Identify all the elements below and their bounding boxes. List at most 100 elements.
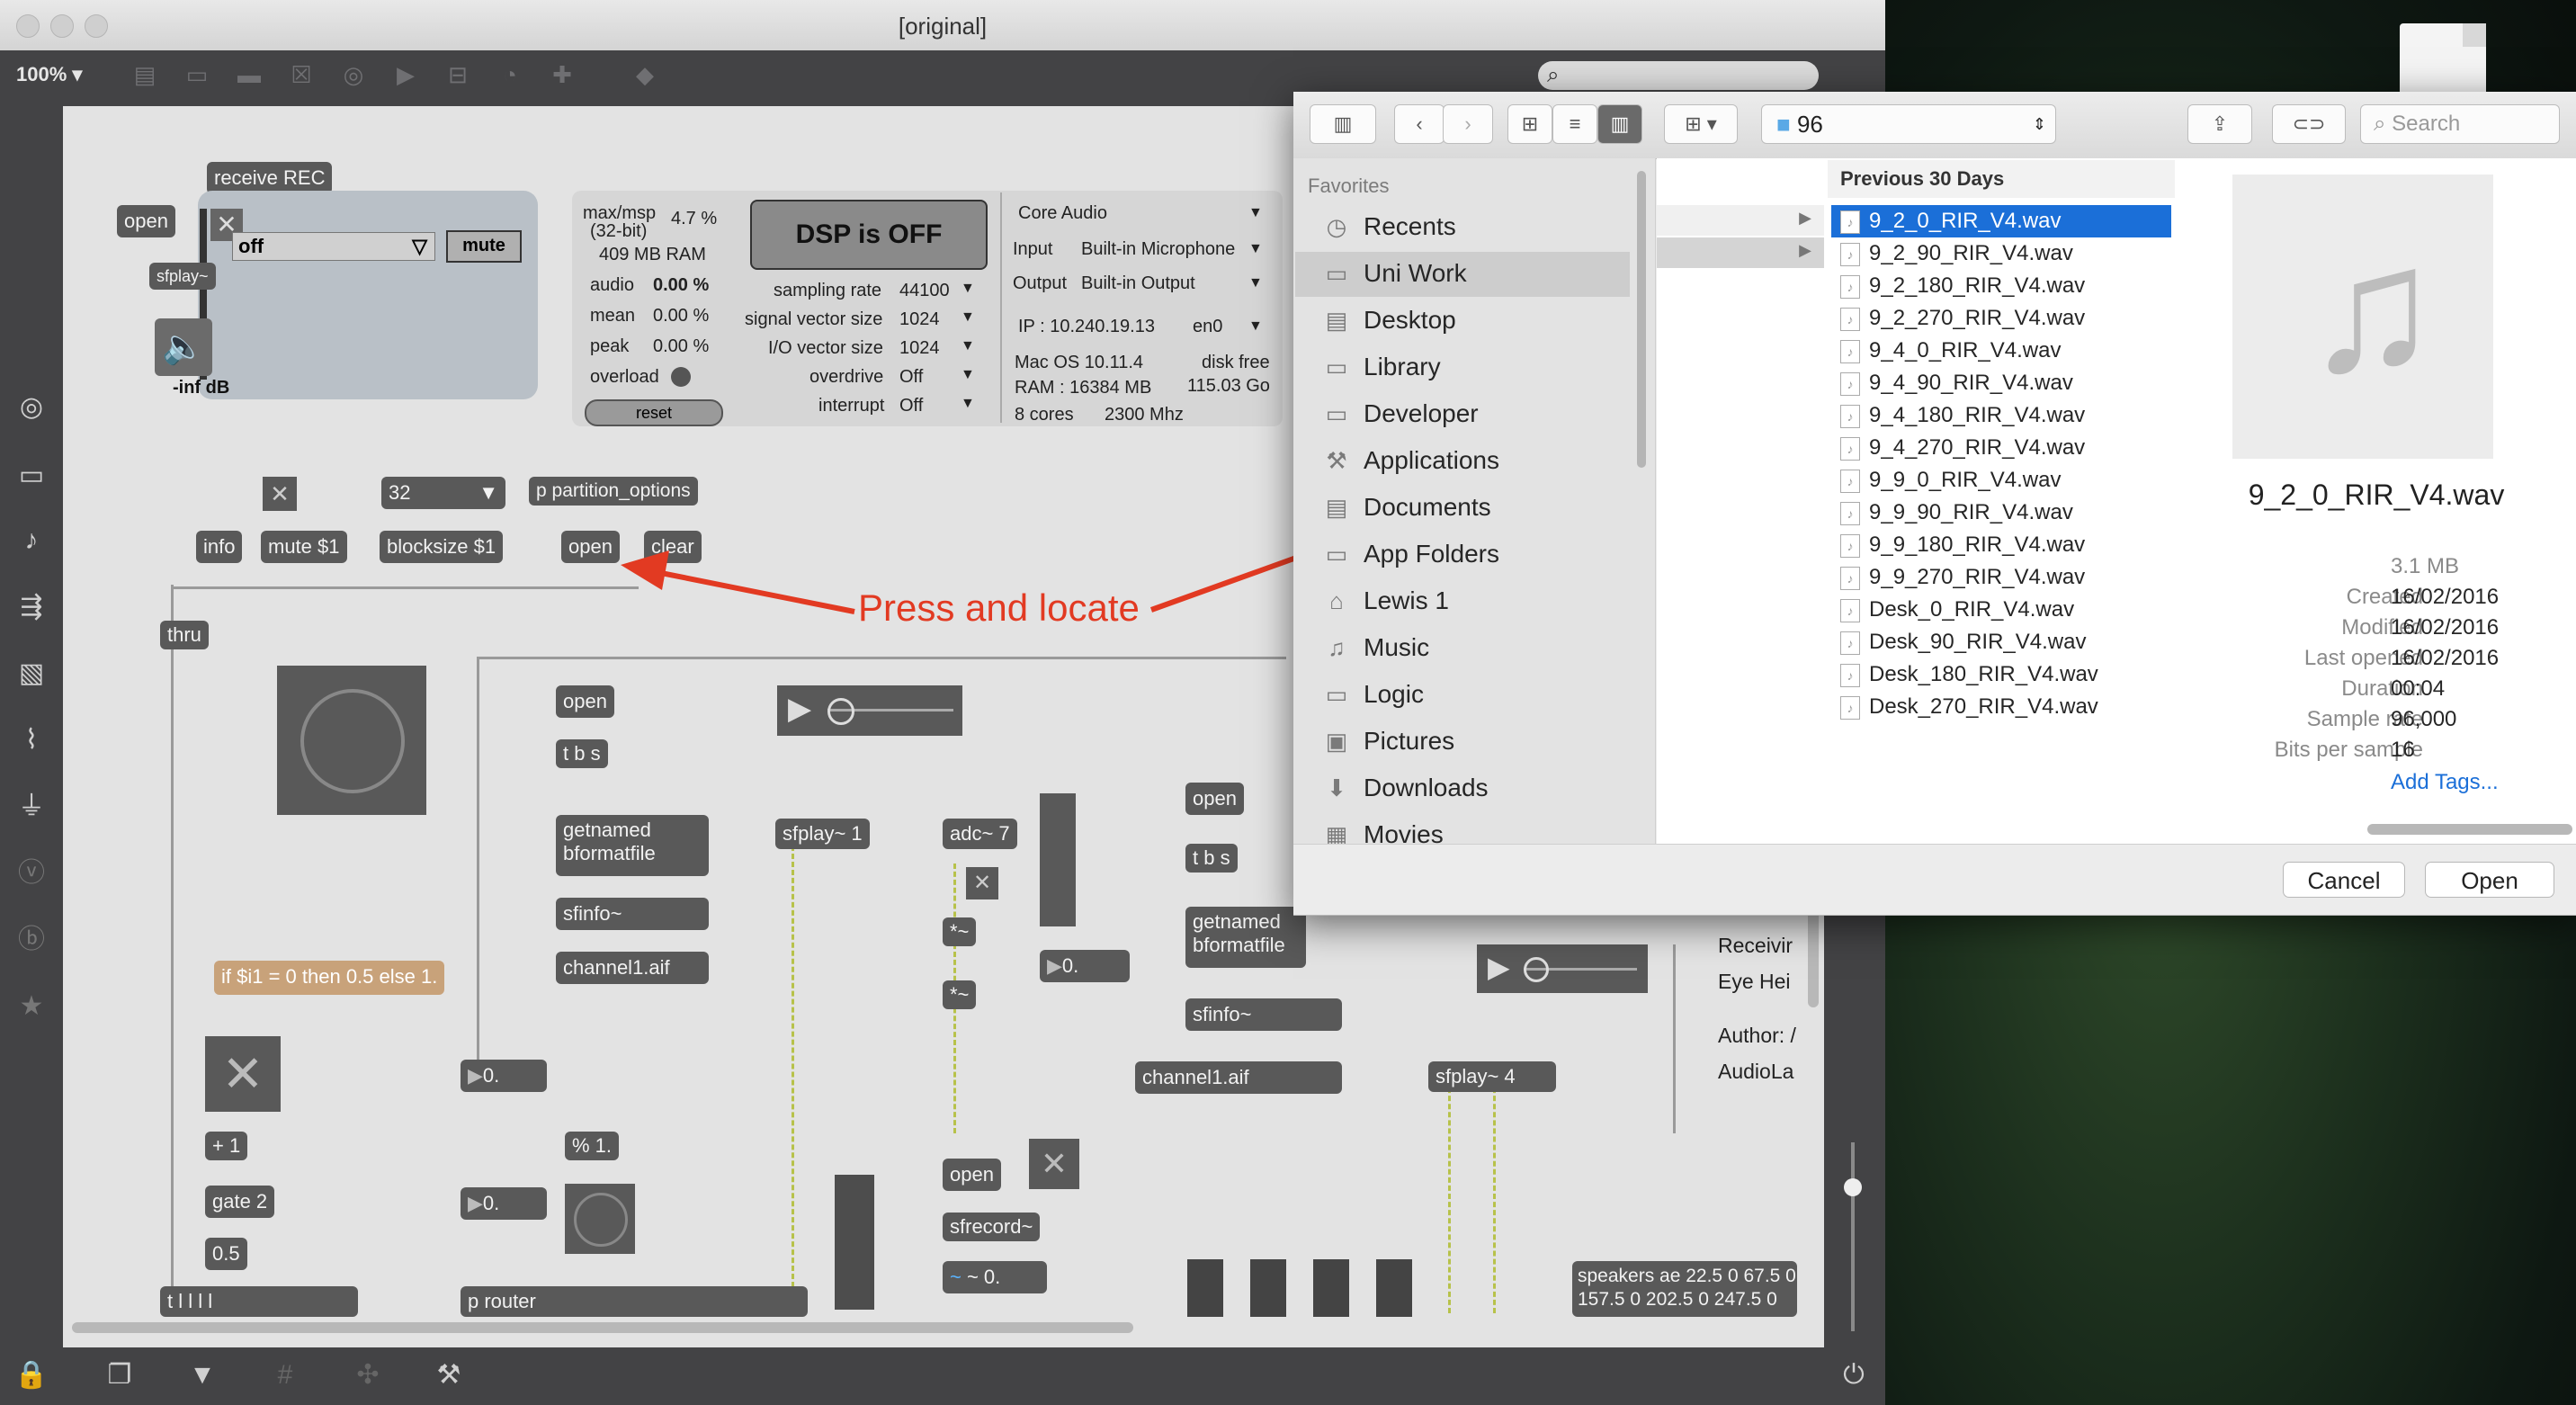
dial-control[interactable] (277, 666, 426, 815)
sidebar-item-logic[interactable]: ▭ Logic (1322, 675, 1646, 714)
grid-icon[interactable]: # (266, 1356, 304, 1394)
network-interface[interactable]: en0 (1193, 317, 1222, 337)
chevron-down-icon[interactable]: ▼ (961, 396, 975, 412)
tbs-object-2[interactable]: t b s (1185, 844, 1238, 873)
number-box-1[interactable]: ▶0. (1040, 950, 1130, 982)
back-button[interactable]: ‹ (1394, 104, 1445, 144)
plus-one-object[interactable]: + 1 (205, 1132, 248, 1160)
comment-icon[interactable]: ▬ (236, 61, 263, 88)
speakers-message[interactable]: speakers ae 22.5 0 67.5 0 157.5 0 202.5 0… (1572, 1261, 1797, 1317)
dialog-search-input[interactable]: ⌕ Search (2360, 104, 2560, 144)
open-message[interactable]: open (117, 205, 175, 237)
blocksize-number-menu[interactable]: 32 ▼ (381, 477, 505, 509)
gate-object[interactable]: gate 2 (205, 1186, 275, 1218)
sfinfo-object-2[interactable]: sfinfo~ (1185, 998, 1342, 1031)
sfplay-1-object[interactable]: sfplay~ 1 (775, 819, 870, 849)
file-row[interactable]: ♪ 9_4_180_RIR_V4.wav (1831, 399, 2171, 432)
file-row[interactable]: ♪ 9_2_180_RIR_V4.wav (1831, 270, 2171, 302)
volume-slider-track[interactable] (1851, 1142, 1855, 1331)
share-icon[interactable]: ⇪ (2187, 104, 2252, 144)
number-box-3[interactable]: ▶0. (461, 1187, 547, 1220)
paperclip-icon[interactable]: ⌇ (13, 721, 50, 759)
sidebar-item-documents[interactable]: ▤ Documents (1322, 488, 1646, 527)
sidebar-item-downloads[interactable]: ⬇ Downloads (1322, 768, 1646, 808)
playlist-icon[interactable]: ⇶ (13, 588, 50, 626)
mute-message[interactable]: mute $1 (261, 531, 347, 563)
play-icon[interactable]: ▶ (1488, 950, 1510, 984)
comment-bubble-icon[interactable]: ▼ (183, 1356, 221, 1394)
mute-button[interactable]: mute (446, 230, 522, 263)
sidebar-item-desktop[interactable]: ▤ Desktop (1322, 300, 1646, 340)
gain-slider[interactable] (1040, 793, 1076, 926)
file-row[interactable]: ♪ 9_2_270_RIR_V4.wav (1831, 302, 2171, 335)
playbar-2[interactable]: ▶ (1477, 944, 1648, 993)
reset-button[interactable]: reset (585, 399, 723, 426)
sidebar-item-uni-work[interactable]: ▭ Uni Work (1322, 254, 1646, 293)
file-row[interactable]: ♪ 9_4_270_RIR_V4.wav (1831, 432, 2171, 464)
preview-scrollbar[interactable] (2367, 824, 2572, 835)
power-icon[interactable]: ⏻ (1835, 1356, 1873, 1394)
sidebar-item-library[interactable]: ▭ Library (1322, 347, 1646, 387)
tbs-object-1[interactable]: t b s (556, 739, 608, 768)
getnamed-object-2[interactable]: getnamed bformatfile (1185, 907, 1306, 968)
paint-bucket-icon[interactable]: ◆ (631, 61, 658, 88)
toggle-x-icon[interactable]: ✕ (205, 1036, 281, 1112)
message-icon[interactable]: ▭ (183, 61, 210, 88)
file-row[interactable]: ♪ 9_4_90_RIR_V4.wav (1831, 367, 2171, 399)
chevron-down-icon[interactable]: ▼ (961, 338, 975, 354)
number-icon[interactable]: ▶ (392, 61, 419, 88)
image-icon[interactable]: ▧ (13, 655, 50, 693)
star-icon[interactable]: ★ (13, 988, 50, 1025)
sfrecord-object[interactable]: sfrecord~ (943, 1213, 1041, 1241)
parent-column-row[interactable]: ▶ (1657, 205, 1824, 236)
wrench-icon[interactable]: ⚒ (430, 1356, 468, 1394)
getnamed-object-1[interactable]: getnamed bformatfile (556, 815, 709, 876)
panel-icon[interactable]: ▭ (13, 457, 50, 495)
button-icon[interactable]: ◎ (340, 61, 367, 88)
chevron-down-icon[interactable]: ▼ (961, 309, 975, 326)
blocksize-message[interactable]: blocksize $1 (380, 531, 504, 563)
b-icon[interactable]: ⓑ (13, 921, 50, 959)
file-row[interactable]: ♪ 9_2_90_RIR_V4.wav (1831, 237, 2171, 270)
multiply-object-2[interactable]: *~ (943, 980, 977, 1009)
list-view-icon[interactable]: ≡ (1552, 104, 1597, 144)
icon-view-icon[interactable]: ⊞ (1507, 104, 1552, 144)
open-button[interactable]: Open (2425, 862, 2554, 898)
open-message-4[interactable]: open (943, 1159, 1001, 1191)
file-row[interactable]: ♪ 9_9_270_RIR_V4.wav (1831, 561, 2171, 594)
number-box-2[interactable]: ▶0. (461, 1060, 547, 1092)
modulo-object[interactable]: % 1. (565, 1132, 620, 1160)
forward-button[interactable]: › (1443, 104, 1493, 144)
trigger-object[interactable]: t l l l l (160, 1286, 358, 1317)
info-message[interactable]: info (196, 531, 243, 563)
toggle-x-icon[interactable]: ✕ (1029, 1139, 1079, 1189)
cancel-button[interactable]: Cancel (2283, 862, 2405, 898)
chevron-down-icon[interactable]: ▼ (1248, 318, 1263, 335)
presentation-icon[interactable]: ❐ (101, 1356, 139, 1394)
if-expression-object[interactable]: if $i1 = 0 then 0.5 else 1. (214, 961, 445, 995)
half-message[interactable]: 0.5 (205, 1238, 247, 1270)
open-message-2[interactable]: open (556, 685, 614, 718)
add-tags-link[interactable]: Add Tags... (2391, 770, 2499, 795)
tag-icon[interactable]: ⊂⊃ (2272, 104, 2346, 144)
sidebar-item-pictures[interactable]: ▣ Pictures (1322, 721, 1646, 761)
sidebar-item-lewis-1[interactable]: ⌂ Lewis 1 (1322, 581, 1646, 621)
vector-size-value[interactable]: 1024 (899, 309, 940, 330)
channel-menu-1[interactable]: channel1.aif (556, 952, 709, 984)
chevron-down-icon[interactable]: ▼ (961, 281, 975, 297)
channel-menu-2[interactable]: channel1.aif (1135, 1061, 1342, 1094)
chevron-down-icon[interactable]: ▼ (1248, 241, 1263, 257)
multiply-object-1[interactable]: *~ (943, 917, 977, 946)
file-row[interactable]: ♪ Desk_180_RIR_V4.wav (1831, 658, 2171, 691)
playbar-knob[interactable] (827, 698, 854, 725)
router-object[interactable]: p router (461, 1286, 808, 1317)
snap-icon[interactable]: ✣ (349, 1356, 387, 1394)
lock-icon[interactable]: 🔒 (13, 1356, 50, 1394)
playbar-knob[interactable] (1524, 957, 1549, 982)
music-note-icon[interactable]: ♪ (13, 522, 50, 559)
bang-button[interactable] (565, 1184, 635, 1254)
file-row[interactable]: ♪ 9_4_0_RIR_V4.wav (1831, 335, 2171, 367)
thru-object[interactable]: thru (160, 621, 209, 649)
signal-number-box[interactable]: ~ ~ 0. (943, 1261, 1047, 1293)
overdrive-value[interactable]: Off (899, 367, 923, 388)
